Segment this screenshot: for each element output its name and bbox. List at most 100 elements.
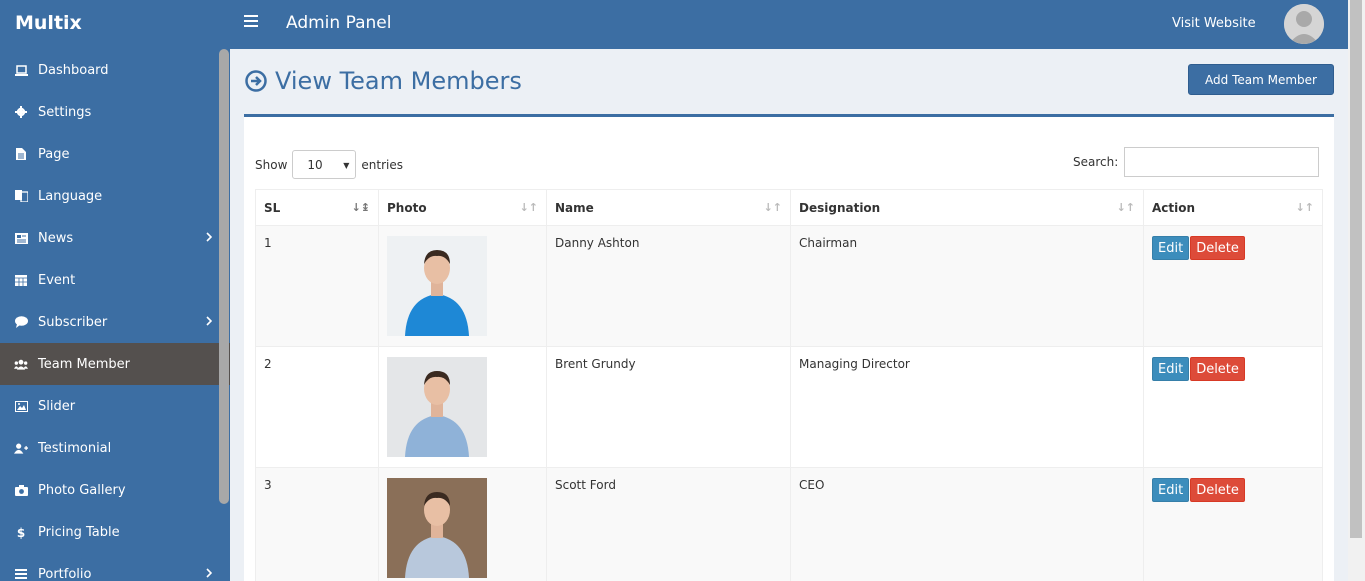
entries-select[interactable]: 10 ▼ (292, 150, 357, 179)
edit-button[interactable]: Edit (1152, 357, 1190, 381)
calendar-icon (14, 273, 28, 287)
sidebar-item-team-member[interactable]: Team Member (0, 343, 230, 385)
sidebar: Dashboard Settings Page Language News Event Su… (0, 49, 230, 581)
sidebar-item-subscriber[interactable]: Subscriber (0, 301, 230, 343)
cell-name: Danny Ashton (546, 225, 791, 347)
chevron-right-icon (206, 231, 213, 246)
sidebar-item-portfolio[interactable]: Portfolio (0, 553, 230, 581)
column-header-photo[interactable]: Photo ↓↑ (378, 189, 547, 226)
delete-button[interactable]: Delete (1190, 478, 1245, 502)
sidebar-item-page[interactable]: Page (0, 133, 230, 175)
brand-logo[interactable]: Multix (0, 0, 230, 49)
team-members-box: Show 10 ▼ entries Search: SL ↓↨ Photo ↓↑ N… (244, 114, 1334, 581)
edit-button[interactable]: Edit (1152, 236, 1190, 260)
sidebar-item-label: Language (38, 188, 103, 204)
dollar-icon: $ (14, 525, 28, 539)
file-icon (14, 147, 28, 161)
cell-sl: 3 (255, 467, 379, 581)
search-control: Search: (1073, 147, 1320, 177)
cell-sl: 1 (255, 225, 379, 347)
language-icon (14, 189, 28, 203)
cell-name: Brent Grundy (546, 346, 791, 468)
sidebar-item-pricing-table[interactable]: $ Pricing Table (0, 511, 230, 553)
camera-icon (14, 483, 28, 497)
add-team-member-button[interactable]: Add Team Member (1188, 64, 1334, 95)
cell-action: Edit Delete (1143, 346, 1323, 468)
sidebar-item-settings[interactable]: Settings (0, 91, 230, 133)
user-avatar[interactable] (1284, 4, 1324, 44)
sidebar-item-label: Page (38, 146, 70, 162)
sidebar-item-label: Team Member (38, 356, 130, 372)
column-header-sl[interactable]: SL ↓↨ (255, 189, 379, 226)
member-photo (387, 236, 487, 336)
delete-button[interactable]: Delete (1190, 236, 1245, 260)
chevron-right-icon (206, 567, 213, 581)
sidebar-item-label: Slider (38, 398, 76, 414)
column-header-name[interactable]: Name ↓↑ (546, 189, 791, 226)
sidebar-item-slider[interactable]: Slider (0, 385, 230, 427)
laptop-icon (14, 63, 28, 77)
newspaper-icon (14, 231, 28, 245)
image-icon (14, 399, 28, 413)
list-icon (14, 567, 28, 581)
gear-icon (14, 105, 28, 119)
sort-icon: ↓↑ (519, 201, 538, 214)
entries-length-control: Show 10 ▼ entries (255, 150, 403, 179)
sidebar-item-news[interactable]: News (0, 217, 230, 259)
sidebar-item-label: Photo Gallery (38, 482, 126, 498)
page-scrollbar-thumb[interactable] (1350, 0, 1362, 538)
sidebar-item-language[interactable]: Language (0, 175, 230, 217)
visit-website-link[interactable]: Visit Website (1172, 16, 1256, 31)
sidebar-item-photo-gallery[interactable]: Photo Gallery (0, 469, 230, 511)
sidebar-item-event[interactable]: Event (0, 259, 230, 301)
cell-sl: 2 (255, 346, 379, 468)
page-scrollbar[interactable] (1348, 0, 1365, 581)
search-label: Search: (1073, 155, 1119, 169)
cell-photo (378, 225, 547, 347)
sidebar-item-label: Dashboard (38, 62, 109, 78)
delete-button[interactable]: Delete (1190, 357, 1245, 381)
users-icon (14, 357, 28, 371)
table-row: 1 Danny Ashton Chairman Edit Delete (255, 225, 1323, 347)
sidebar-item-label: Subscriber (38, 314, 108, 330)
sort-asc-icon: ↓↨ (351, 201, 370, 214)
svg-text:$: $ (17, 526, 25, 539)
page-title-text: View Team Members (275, 67, 522, 95)
entries-select-value: 10 (307, 157, 323, 172)
sidebar-item-label: Portfolio (38, 566, 92, 581)
main-content: View Team Members Add Team Member Show 1… (230, 49, 1348, 581)
cell-designation: Chairman (790, 225, 1144, 347)
sidebar-item-label: Event (38, 272, 76, 288)
sort-icon: ↓↑ (1116, 201, 1135, 214)
sidebar-item-label: Testimonial (38, 440, 112, 456)
chevron-down-icon: ▼ (343, 161, 350, 170)
sidebar-item-dashboard[interactable]: Dashboard (0, 49, 230, 91)
cell-designation: Managing Director (790, 346, 1144, 468)
cell-action: Edit Delete (1143, 225, 1323, 347)
column-header-action[interactable]: Action ↓↑ (1143, 189, 1323, 226)
sidebar-scrollbar[interactable] (219, 49, 229, 504)
sidebar-item-label: News (38, 230, 74, 246)
cell-name: Scott Ford (546, 467, 791, 581)
show-label: Show (255, 157, 288, 172)
menu-toggle-icon[interactable] (244, 15, 258, 27)
search-input[interactable] (1124, 147, 1320, 177)
cell-photo (378, 346, 547, 468)
chevron-right-icon (206, 315, 213, 330)
entries-label: entries (361, 157, 403, 172)
cell-action: Edit Delete (1143, 467, 1323, 581)
user-plus-icon (14, 441, 28, 455)
sidebar-item-testimonial[interactable]: Testimonial (0, 427, 230, 469)
column-header-designation[interactable]: Designation ↓↑ (790, 189, 1144, 226)
table-row: 3 Scott Ford CEO Edit Delete (255, 467, 1323, 581)
member-photo (387, 478, 487, 578)
arrow-circle-right-icon (245, 70, 267, 92)
sort-icon: ↓↑ (763, 201, 782, 214)
edit-button[interactable]: Edit (1152, 478, 1190, 502)
sidebar-item-label: Pricing Table (38, 524, 120, 540)
sidebar-item-label: Settings (38, 104, 92, 120)
comment-icon (14, 315, 28, 329)
member-photo (387, 357, 487, 457)
sort-icon: ↓↑ (1295, 201, 1314, 214)
header-title: Admin Panel (286, 13, 392, 33)
